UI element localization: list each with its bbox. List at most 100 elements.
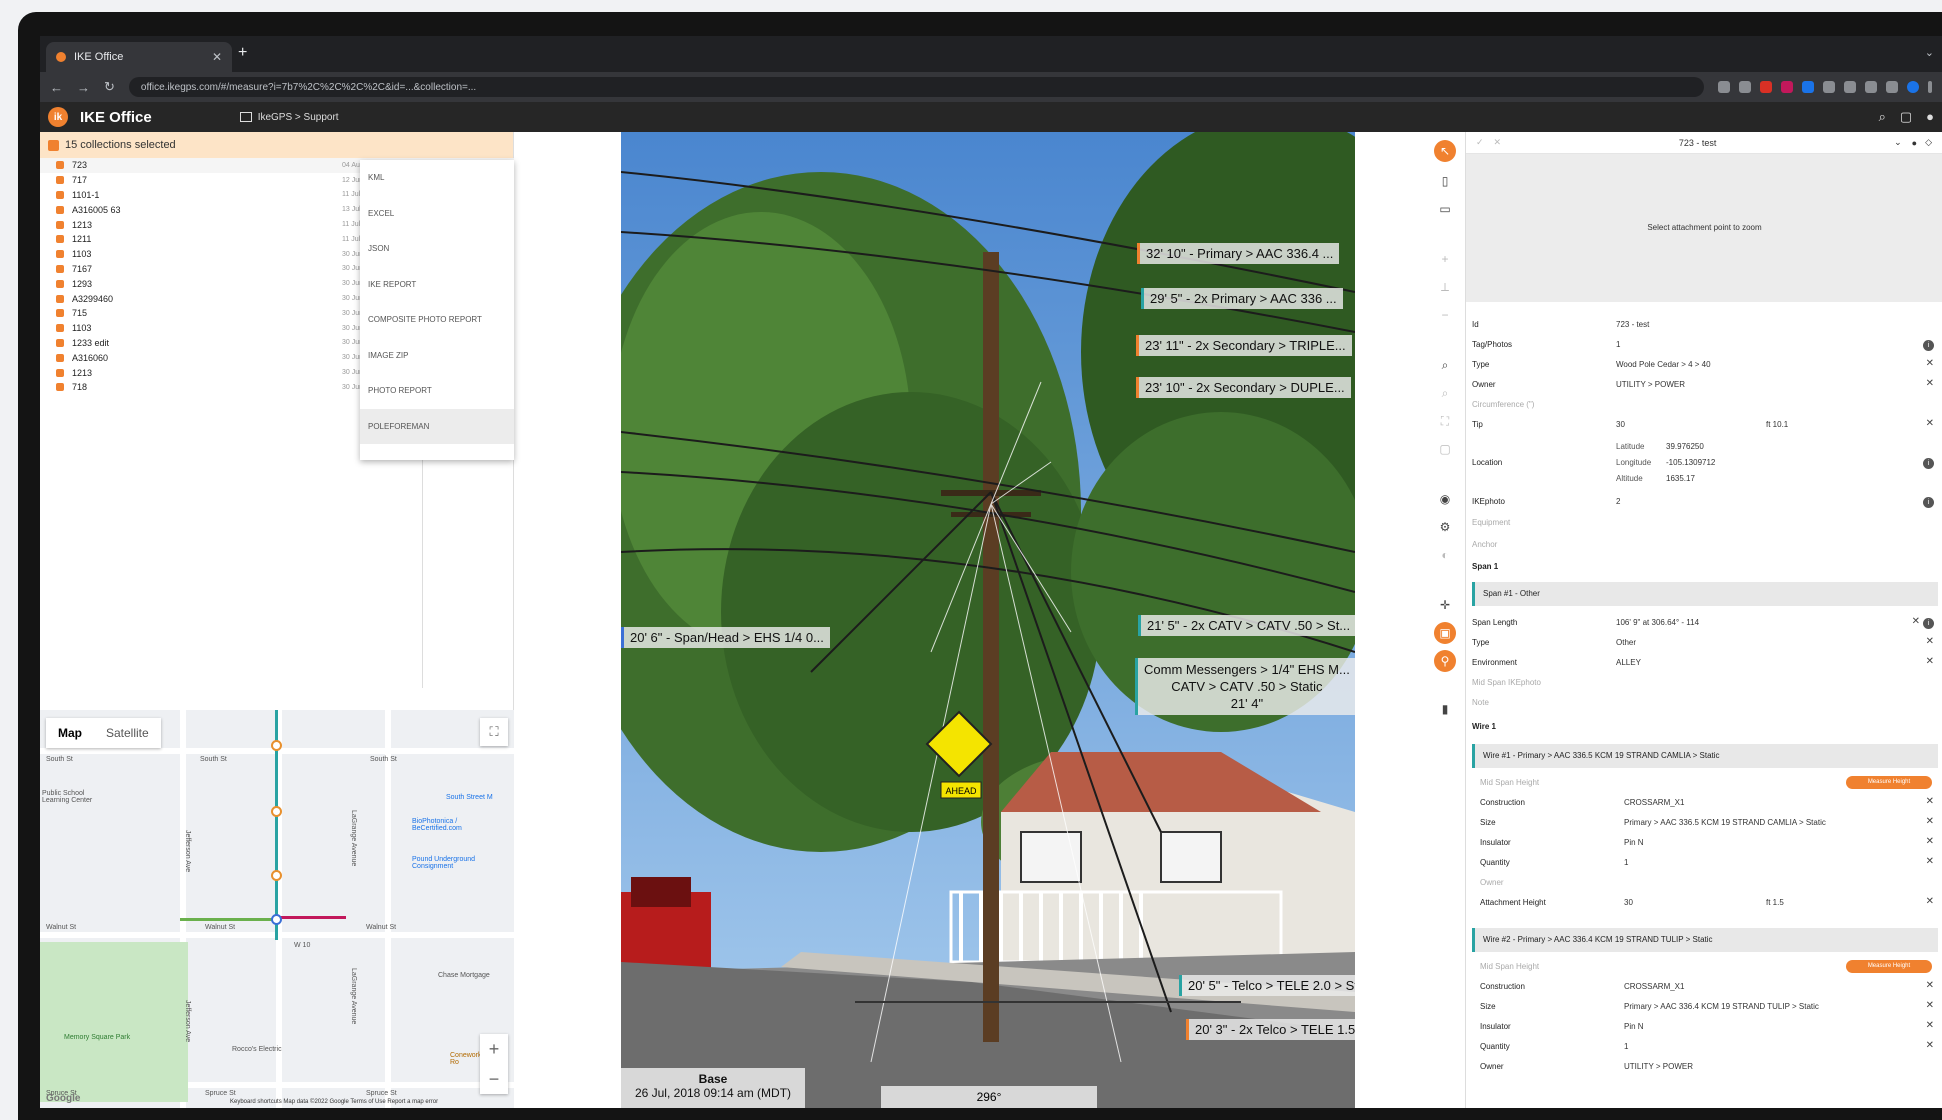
export-menu-item[interactable]: POLEFOREMAN [360, 408, 514, 444]
fit-icon[interactable]: ⛶ [1434, 410, 1456, 432]
attachment-tag[interactable]: 20' 3" - 2x Telco > TELE 1.5 > Sta... [1186, 1019, 1355, 1040]
browser-tab[interactable]: IKE Office ✕ [46, 42, 232, 72]
span-header[interactable]: Span #1 - Other [1472, 582, 1938, 606]
profile-avatar-icon[interactable] [1907, 81, 1919, 93]
extension-icon[interactable] [1760, 81, 1772, 93]
field-value[interactable]: 1 [1624, 1042, 1628, 1051]
attachment-preview[interactable]: Select attachment point to zoom [1466, 154, 1942, 302]
breadcrumb[interactable]: IkeGPS > Support [239, 112, 339, 123]
row-checkbox[interactable] [56, 383, 64, 392]
clear-icon[interactable]: ✕ [1926, 1040, 1934, 1051]
clear-icon[interactable]: ✕ [1926, 418, 1934, 429]
map-tab[interactable]: Map [46, 718, 94, 748]
row-checkbox[interactable] [56, 353, 64, 362]
row-checkbox[interactable] [56, 368, 64, 377]
row-checkbox[interactable] [56, 235, 64, 244]
row-checkbox[interactable] [56, 324, 64, 333]
share-icon[interactable] [1718, 81, 1730, 93]
attachment-tag[interactable]: 21' 5" - 2x CATV > CATV .50 > St... [1138, 615, 1355, 636]
field-value[interactable]: 2 [1616, 497, 1620, 506]
attachment-tag[interactable]: 23' 11" - 2x Secondary > TRIPLE... [1136, 335, 1352, 356]
clear-icon[interactable]: ✕ [1926, 378, 1934, 389]
info-icon[interactable]: i [1923, 340, 1934, 351]
clear-icon[interactable]: ✕ [1926, 836, 1934, 847]
measure-height-button[interactable]: Measure Height [1846, 960, 1932, 973]
extension-icon[interactable] [1886, 81, 1898, 93]
row-checkbox[interactable] [56, 294, 64, 303]
field-value[interactable]: 39.976250 [1666, 442, 1704, 451]
crosshair-icon[interactable]: ✛ [1434, 594, 1456, 616]
remove-icon[interactable]: − [1434, 304, 1456, 326]
field-value[interactable]: CROSSARM_X1 [1624, 982, 1684, 991]
field-value[interactable]: Pin N [1624, 838, 1644, 847]
close-tab-icon[interactable]: ✕ [212, 50, 222, 64]
clipboard-icon[interactable]: ▢ [1900, 109, 1912, 125]
tab-search-icon[interactable]: ⌄ [1925, 46, 1934, 59]
field-value[interactable]: -105.1309712 [1666, 458, 1715, 467]
row-checkbox[interactable] [56, 190, 64, 199]
info-icon[interactable]: i [1923, 618, 1934, 629]
clear-icon[interactable]: ✕ [1912, 616, 1920, 627]
field-value[interactable]: UTILITY > POWER [1624, 1062, 1693, 1071]
page-icon[interactable]: ▢ [1434, 438, 1456, 460]
bookmark-star-icon[interactable] [1739, 81, 1751, 93]
field-value[interactable]: ft 10.1 [1766, 420, 1788, 429]
attachment-tag[interactable]: 29' 5" - 2x Primary > AAC 336 ... [1141, 288, 1343, 309]
menu-icon[interactable] [1928, 81, 1932, 93]
field-value[interactable]: 723 - test [1616, 320, 1649, 329]
clear-icon[interactable]: ✕ [1926, 1000, 1934, 1011]
calendar-icon[interactable]: ▣ [1434, 622, 1456, 644]
export-menu-item[interactable]: COMPOSITE PHOTO REPORT [360, 302, 514, 338]
clear-icon[interactable]: ✕ [1926, 856, 1934, 867]
clear-icon[interactable]: ✕ [1926, 656, 1934, 667]
url-field[interactable]: office.ikegps.com/#/measure?i=7b7%2C%2C%… [128, 77, 1704, 97]
pole-photo[interactable]: AHEAD 32' 10" - Primary > AAC 336.4 ... … [621, 132, 1355, 1108]
row-checkbox[interactable] [56, 264, 64, 273]
zoom-out-icon[interactable]: − [489, 1069, 500, 1090]
extension-icon[interactable] [1802, 81, 1814, 93]
field-value[interactable]: CROSSARM_X1 [1624, 798, 1684, 807]
attachment-tag[interactable]: 20' 5" - Telco > TELE 2.0 > Static [1179, 975, 1355, 996]
clear-icon[interactable]: ✕ [1926, 796, 1934, 807]
export-menu-item[interactable]: KML [360, 160, 514, 196]
clear-icon[interactable]: ✕ [1926, 816, 1934, 827]
ruler-icon[interactable]: ▭ [1434, 198, 1456, 220]
gear-icon[interactable]: ⚙ [1434, 516, 1456, 538]
field-value[interactable]: Primary > AAC 336.4 KCM 19 STRAND TULIP … [1624, 1002, 1819, 1011]
clear-icon[interactable]: ✕ [1926, 1020, 1934, 1031]
extension-icon[interactable] [1781, 81, 1793, 93]
field-value[interactable]: 1635.17 [1666, 474, 1695, 483]
info-icon[interactable]: i [1923, 458, 1934, 469]
field-value[interactable]: 30 [1616, 420, 1625, 429]
row-checkbox[interactable] [56, 205, 64, 214]
cancel-icon[interactable]: ✕ [1494, 137, 1502, 148]
field-value[interactable]: Wood Pole Cedar > 4 > 40 [1616, 360, 1711, 369]
map-attribution[interactable]: Keyboard shortcuts Map data ©2022 Google… [230, 1099, 438, 1105]
clear-icon[interactable]: ✕ [1926, 358, 1934, 369]
row-checkbox[interactable] [56, 279, 64, 288]
clear-icon[interactable]: ✕ [1926, 636, 1934, 647]
field-value[interactable]: Primary > AAC 336.5 KCM 19 STRAND CAMLIA… [1624, 818, 1826, 827]
extension-icon[interactable] [1865, 81, 1877, 93]
pole-marker[interactable] [271, 806, 282, 817]
field-value[interactable]: 1 [1624, 858, 1628, 867]
pole-marker[interactable] [271, 740, 282, 751]
zoom-in-icon[interactable]: ⌕ [1434, 354, 1456, 376]
field-value[interactable]: 30 [1624, 898, 1633, 907]
pole-marker[interactable] [271, 870, 282, 881]
field-value[interactable]: 1 [1616, 340, 1620, 349]
attachment-tag-group[interactable]: Comm Messengers > 1/4" EHS M... CATV > C… [1135, 658, 1355, 715]
row-checkbox[interactable] [56, 161, 64, 170]
attachment-tag[interactable]: 20' 6" - Span/Head > EHS 1/4 0... [621, 627, 830, 648]
user-icon[interactable]: ● [1926, 109, 1934, 125]
export-menu-item[interactable]: IKE REPORT [360, 267, 514, 303]
export-menu-item[interactable]: JSON [360, 231, 514, 267]
fullscreen-icon[interactable]: ⛶ [480, 718, 508, 746]
attachment-tag[interactable]: 23' 10" - 2x Secondary > DUPLE... [1136, 377, 1351, 398]
span-icon[interactable]: ⚲ [1434, 650, 1456, 672]
row-checkbox[interactable] [56, 176, 64, 185]
pole-marker-selected[interactable] [271, 914, 282, 925]
phone-icon[interactable]: ▯ [1434, 170, 1456, 192]
field-value[interactable]: ALLEY [1616, 658, 1641, 667]
zoom-out-icon[interactable]: ⌕ [1434, 382, 1456, 404]
